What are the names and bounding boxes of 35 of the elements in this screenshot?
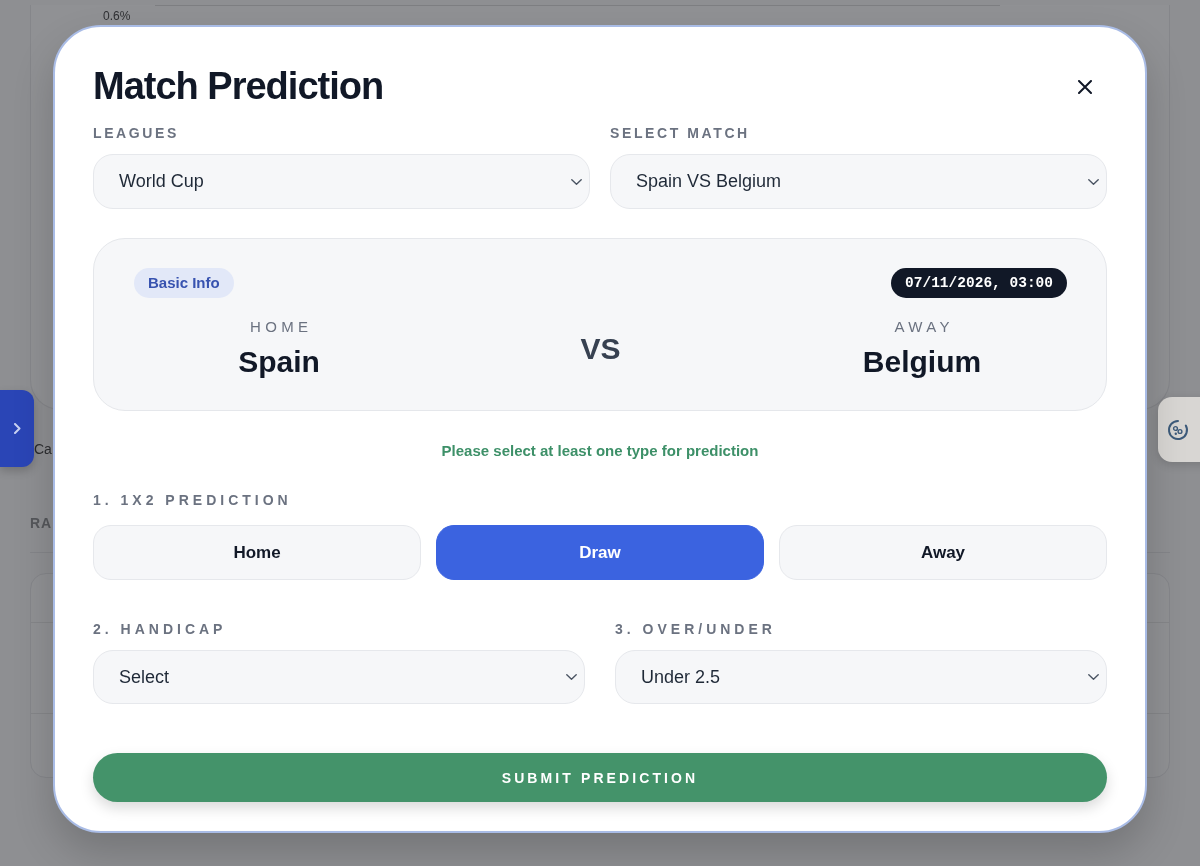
section-heading: RA [30, 514, 53, 532]
sidebar-toggle-button[interactable] [0, 390, 34, 467]
chevron-down-icon [1088, 178, 1099, 185]
prediction-option-button[interactable]: Away [779, 525, 1107, 580]
dropdown-select[interactable]: Under 2.5 [615, 650, 1107, 704]
caption-text: Ca [34, 440, 52, 458]
dropdown-select[interactable]: World Cup [93, 154, 590, 209]
close-button[interactable] [1078, 79, 1092, 94]
team-name: Belgium [862, 344, 982, 380]
versus-text: VS [580, 331, 621, 367]
cookie-icon [1167, 418, 1189, 441]
team-side-label: AWAY [894, 318, 954, 336]
prediction-option-button[interactable]: Draw [436, 525, 764, 580]
chevron-down-icon [566, 674, 577, 680]
section-label: 1. 1X2 PREDICTION [93, 492, 292, 508]
chevron-right-icon [13, 423, 21, 434]
chevron-down-icon [1088, 674, 1099, 680]
chevron-down-icon [571, 178, 582, 185]
dropdown-select[interactable]: Select [93, 650, 585, 704]
validation-hint: Please select at least one type for prediction [441, 442, 759, 460]
axis-tick-label: 0.6% [103, 9, 131, 23]
field-label: LEAGUES [93, 125, 179, 141]
dropdown-select[interactable]: Spain VS Belgium [610, 154, 1107, 209]
info-badge: Basic Info [134, 268, 234, 298]
field-label: SELECT MATCH [610, 125, 750, 141]
submit-button[interactable]: SUBMIT PREDICTION [93, 753, 1107, 802]
prediction-option-button[interactable]: Home [93, 525, 421, 580]
team-name: Spain [238, 344, 320, 380]
floating-button[interactable] [1158, 397, 1200, 462]
dialog-title: Match Prediction [93, 64, 384, 109]
kickoff-time-badge: 07/11/2026, 03:00 [891, 268, 1067, 298]
team-side-label: HOME [250, 318, 313, 336]
section-label: 3. OVER/UNDER [615, 621, 776, 637]
section-label: 2. HANDICAP [93, 621, 227, 637]
close-icon [1078, 79, 1092, 94]
